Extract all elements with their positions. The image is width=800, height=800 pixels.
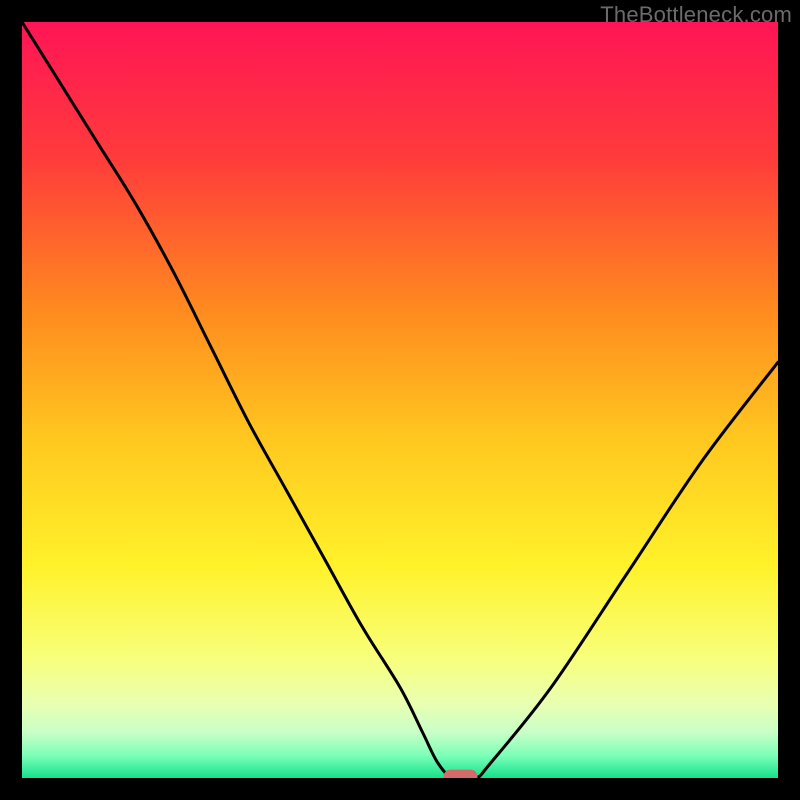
- bottleneck-chart: [22, 22, 778, 778]
- watermark-text: TheBottleneck.com: [600, 2, 792, 28]
- chart-frame: TheBottleneck.com: [0, 0, 800, 800]
- gradient-background: [22, 22, 778, 778]
- plot-area: [22, 22, 778, 778]
- optimum-marker: [443, 770, 477, 778]
